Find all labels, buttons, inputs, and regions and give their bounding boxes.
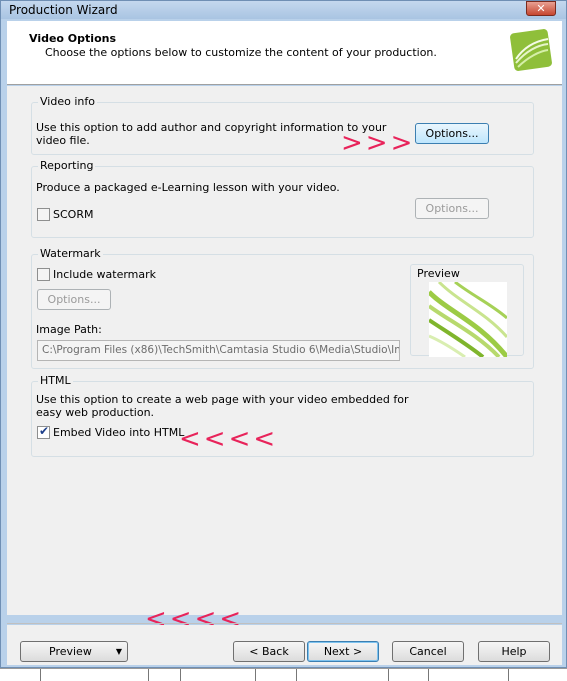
- image-path-label: Image Path:: [36, 323, 102, 336]
- close-button[interactable]: ✕: [526, 1, 556, 16]
- image-path-field[interactable]: C:\Program Files (x86)\TechSmith\Camtasi…: [37, 340, 400, 361]
- video-info-description-line1: Use this option to add author and copyri…: [36, 121, 387, 134]
- watermark-preview-image: [429, 282, 507, 357]
- scorm-checkbox[interactable]: [37, 208, 50, 221]
- strip-divider: [508, 669, 509, 681]
- back-button[interactable]: < Back: [233, 641, 305, 662]
- dropdown-arrow-icon: ▼: [115, 647, 122, 656]
- html-description-line2: easy web production.: [36, 406, 155, 419]
- checkmark-icon: ✔: [39, 424, 50, 438]
- strip-divider: [428, 669, 429, 681]
- next-button[interactable]: Next >: [307, 641, 379, 662]
- video-info-description-line2: video file.: [36, 134, 90, 147]
- preview-button-label: Preview: [49, 645, 92, 658]
- preview-dropdown-button[interactable]: Preview ▼: [20, 641, 128, 662]
- watermark-options-button[interactable]: Options...: [37, 289, 111, 310]
- close-icon: ✕: [536, 2, 546, 15]
- preview-group: Preview: [410, 264, 524, 357]
- help-button[interactable]: Help: [478, 641, 550, 662]
- background-strip: [0, 668, 567, 681]
- wizard-header: Video Options Choose the options below t…: [7, 21, 562, 85]
- strip-divider: [255, 669, 256, 681]
- reporting-label: Reporting: [38, 159, 96, 172]
- include-watermark-checkbox[interactable]: [37, 268, 50, 281]
- preview-label: Preview: [417, 267, 460, 280]
- strip-divider: [388, 669, 389, 681]
- strip-divider: [40, 669, 41, 681]
- camtasia-swirl-icon: [510, 29, 552, 71]
- strip-divider: [180, 669, 181, 681]
- annotation-right-arrows: >>>: [341, 128, 416, 158]
- page-subtitle: Choose the options below to customize th…: [45, 46, 437, 59]
- watermark-label: Watermark: [38, 247, 103, 260]
- video-info-options-button[interactable]: Options...: [415, 123, 489, 144]
- strip-divider: [296, 669, 297, 681]
- scorm-label: SCORM: [53, 208, 94, 221]
- reporting-description: Produce a packaged e-Learning lesson wit…: [36, 181, 340, 194]
- production-wizard-window: Production Wizard ✕ Video Options Choose…: [0, 0, 567, 668]
- strip-divider: [148, 669, 149, 681]
- options-panel: Video info Use this option to add author…: [7, 86, 562, 634]
- html-description-line1: Use this option to create a web page wit…: [36, 393, 409, 406]
- reporting-options-button[interactable]: Options...: [415, 198, 489, 219]
- embed-video-label: Embed Video into HTML: [53, 426, 185, 439]
- embed-video-checkbox[interactable]: ✔: [37, 424, 50, 439]
- cancel-button[interactable]: Cancel: [392, 641, 464, 662]
- window-title: Production Wizard: [9, 3, 118, 17]
- video-info-label: Video info: [38, 95, 97, 108]
- title-bar[interactable]: Production Wizard ✕: [1, 1, 566, 19]
- wizard-footer: Preview ▼ < Back Next > Cancel Help: [7, 625, 562, 665]
- annotation-left-arrows-1: <<<<: [179, 424, 279, 454]
- html-label: HTML: [38, 374, 73, 387]
- footer-separator: [7, 623, 562, 624]
- include-watermark-label: Include watermark: [53, 268, 157, 281]
- page-title: Video Options: [29, 32, 117, 45]
